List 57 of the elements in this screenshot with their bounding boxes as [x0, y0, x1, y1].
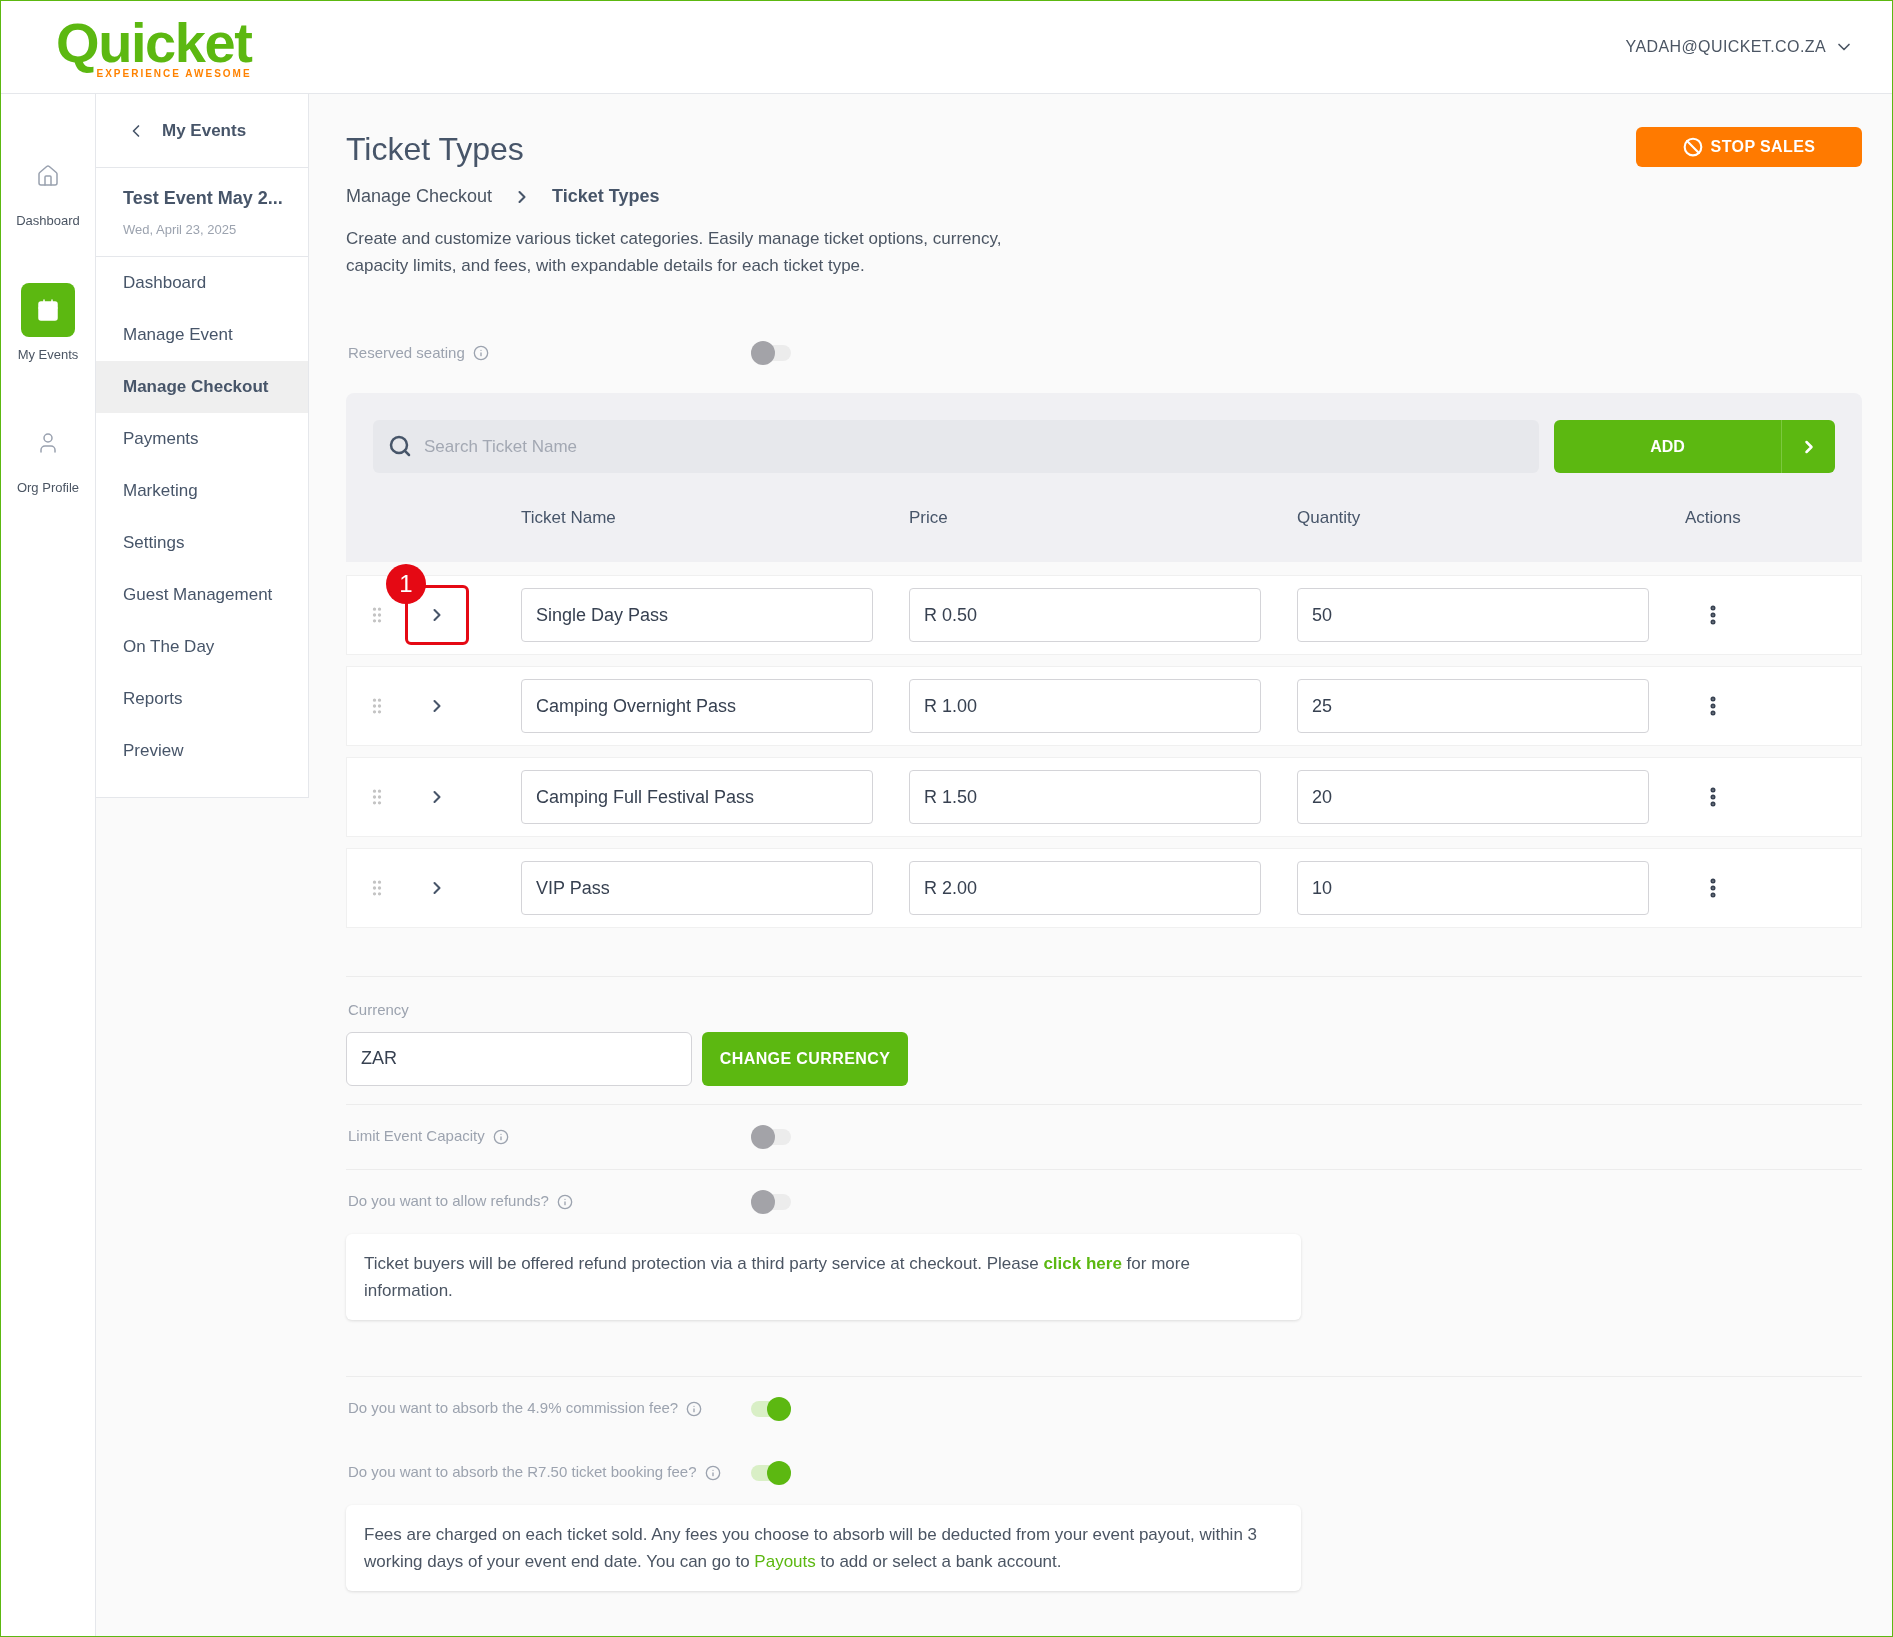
ticket-name-field[interactable]: Camping Overnight Pass [521, 679, 873, 733]
currency-field[interactable]: ZAR [346, 1031, 692, 1086]
info-note: Ticket buyers will be offered refund protection via a third party service at checkout. Please click here for more information. [346, 1233, 1301, 1320]
nav-item[interactable]: Preview [96, 725, 308, 777]
info-icon [472, 345, 489, 361]
info-icon [686, 1400, 703, 1417]
price-field[interactable]: R 2.00 [909, 861, 1261, 915]
nav-item[interactable]: Manage Event [96, 309, 308, 361]
column-header: Actions [1685, 506, 1741, 529]
ticket-name-field[interactable]: Single Day Pass [521, 588, 873, 642]
back-link[interactable]: My Events [96, 94, 308, 168]
ban-icon [1682, 137, 1703, 157]
info-note: Fees are charged on each ticket sold. Any fees you choose to absorb will be deducted from your event payout, within 3 working days of your event end date. You can go to Payouts to add or select a bank account. [346, 1504, 1301, 1591]
quantity-field[interactable]: 20 [1297, 770, 1649, 824]
nav-item[interactable]: Manage Checkout [96, 361, 308, 413]
breadcrumb-item[interactable]: Manage Checkout [346, 183, 493, 210]
ticket-name-field[interactable]: VIP Pass [521, 861, 873, 915]
rail-item[interactable]: Org Profile [16, 416, 80, 498]
event-name: Test Event May 2... [123, 186, 284, 210]
column-header: Price [909, 506, 949, 529]
column-header: Ticket Name [521, 506, 617, 529]
page-title: Ticket Types [346, 130, 524, 169]
breadcrumb-item: Ticket Types [552, 185, 660, 208]
setting-label: Reserved seating [348, 342, 465, 363]
event-date: Wed, April 23, 2025 [123, 220, 238, 239]
page-description: Create and customize various ticket categories. Easily manage ticket options, currency, capacity limits, and fees, with expandable details for each ticket type. [346, 228, 1003, 277]
callout-badge: 1 [386, 564, 426, 604]
rail-item[interactable]: Dashboard [16, 149, 80, 231]
setting-label: Do you want to absorb the 4.9% commission fee? [348, 1398, 679, 1419]
info-icon [556, 1193, 573, 1210]
nav-item[interactable]: Reports [96, 673, 308, 725]
setting-label: Do you want to allow refunds? [348, 1191, 549, 1212]
info-icon [704, 1464, 721, 1481]
column-header: Quantity [1297, 506, 1362, 529]
setting-label: Do you want to absorb the R7.50 ticket booking fee? [348, 1462, 697, 1483]
nav-item[interactable]: Settings [96, 517, 308, 569]
nav-item[interactable]: On The Day [96, 621, 308, 673]
search-field[interactable]: Search Ticket Name [373, 420, 1539, 473]
nav-item[interactable]: Payments [96, 413, 308, 465]
info-icon [492, 1128, 509, 1145]
price-field[interactable]: R 1.00 [909, 679, 1261, 733]
quantity-field[interactable]: 10 [1297, 861, 1649, 915]
calendar-icon [36, 297, 60, 322]
nav-item[interactable]: Guest Management [96, 569, 308, 621]
nav-item[interactable]: Marketing [96, 465, 308, 517]
ticket-name-field[interactable]: Camping Full Festival Pass [521, 770, 873, 824]
price-field[interactable]: R 1.50 [909, 770, 1261, 824]
setting-label: Limit Event Capacity [348, 1126, 485, 1147]
add-options-button[interactable] [1782, 420, 1835, 473]
nav-item[interactable]: Dashboard [96, 257, 308, 309]
search-icon [388, 434, 412, 458]
currency-label: Currency [348, 1000, 410, 1020]
quantity-field[interactable]: 50 [1297, 588, 1649, 642]
user-menu[interactable]: YADAH@QUICKET.CO.ZA [1625, 35, 1854, 59]
price-field[interactable]: R 0.50 [909, 588, 1261, 642]
quantity-field[interactable]: 25 [1297, 679, 1649, 733]
home-icon [36, 164, 60, 188]
